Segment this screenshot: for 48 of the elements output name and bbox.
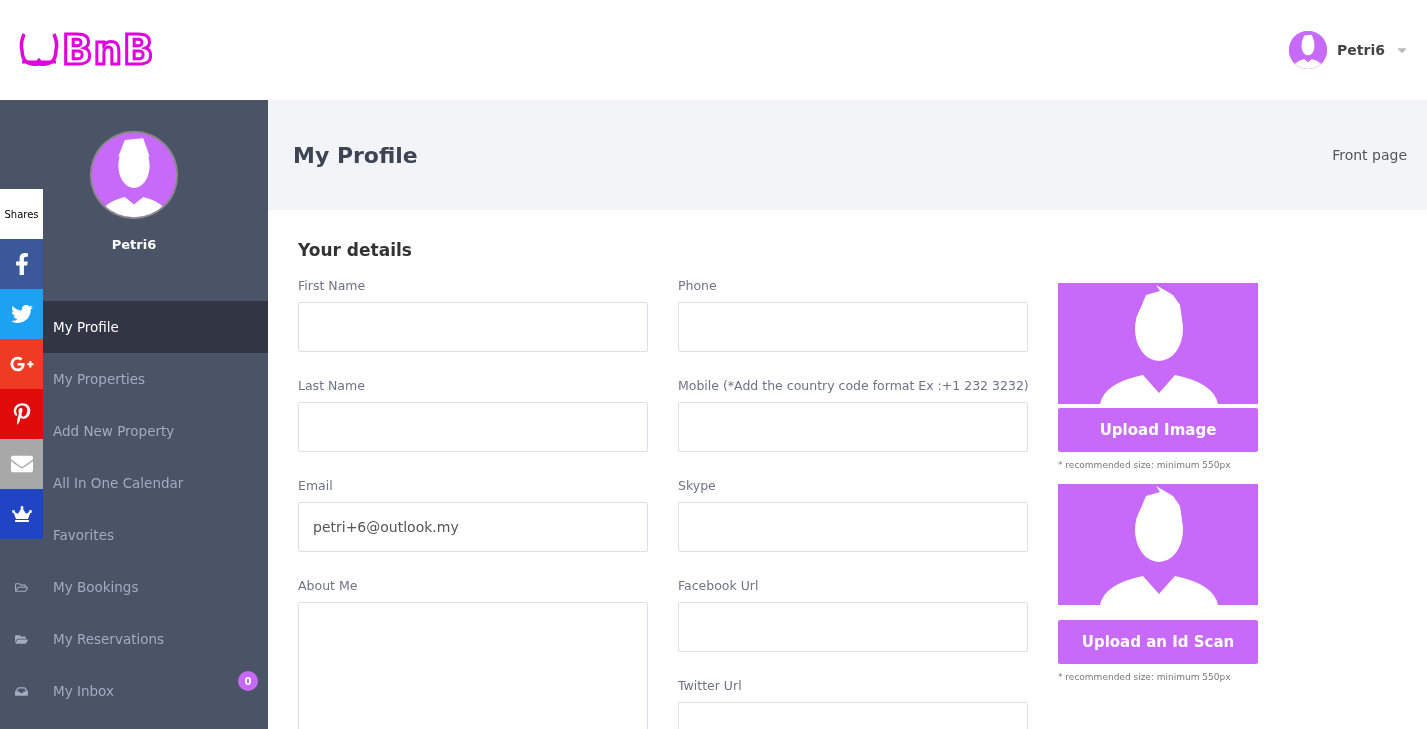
field-label: Phone [678, 278, 718, 293]
shares-label: Shares [0, 189, 43, 239]
upload-button[interactable]: Upload Image [1058, 408, 1258, 452]
field-label: Twitter Url [678, 678, 743, 693]
share-button[interactable] [0, 389, 43, 439]
share-button[interactable] [0, 239, 43, 289]
field-label: About Me [298, 578, 359, 593]
twitter-icon [10, 303, 33, 325]
input-field[interactable] [298, 302, 648, 352]
size-note: * recommended size: minimum 550px [1058, 460, 1232, 470]
input-field[interactable] [678, 302, 1028, 352]
input-field[interactable] [678, 502, 1028, 552]
count-badge: 0 [238, 671, 258, 691]
upload-button[interactable]: Upload an Id Scan [1058, 620, 1258, 664]
mail-icon [10, 453, 33, 475]
field-label: Last Name [298, 378, 366, 393]
share-button[interactable] [0, 339, 43, 389]
field-label: Facebook Url [678, 578, 760, 593]
size-note: * recommended size: minimum 550px [1058, 672, 1232, 682]
crown-icon [11, 504, 32, 524]
share-button[interactable] [0, 489, 43, 539]
page-title: My Profile [293, 142, 418, 168]
sidebar-user-name: Petri6 [111, 237, 157, 252]
inbox-icon [15, 684, 28, 698]
sidebar-item[interactable]: My Properties [43, 353, 268, 405]
user-name[interactable]: Petri6 [1337, 42, 1385, 58]
user-avatar [1289, 31, 1328, 69]
input-field[interactable] [678, 402, 1028, 452]
field-label: Mobile (*Add the country code format Ex :+1 232 3232) [678, 378, 1028, 393]
breadcrumb-link[interactable]: Front page [1332, 147, 1407, 163]
sidebar-item[interactable]: My Profile [43, 301, 268, 353]
folder-icon [15, 632, 28, 646]
sidebar-item[interactable]: My Inbox 0 [43, 665, 268, 717]
logo-icon [18, 32, 60, 68]
sidebar-item[interactable]: My Reservations [43, 613, 268, 665]
field-label: First Name [298, 278, 367, 293]
input-field[interactable]: petri+6@outlook.my [298, 502, 648, 552]
field-label: Skype [678, 478, 717, 493]
sidebar-item[interactable]: Add New Property [43, 405, 268, 457]
folder-icon [15, 580, 28, 594]
sidebar-item[interactable]: Favorites [43, 509, 268, 561]
sidebar-item[interactable]: All In One Calendar [43, 457, 268, 509]
field-label: Email [298, 478, 334, 493]
logo-text: BnB [62, 27, 155, 73]
section-title: Your details [298, 240, 413, 260]
input-field[interactable] [298, 402, 648, 452]
sidebar-item[interactable]: My Bookings [43, 561, 268, 613]
input-field[interactable] [678, 602, 1028, 652]
